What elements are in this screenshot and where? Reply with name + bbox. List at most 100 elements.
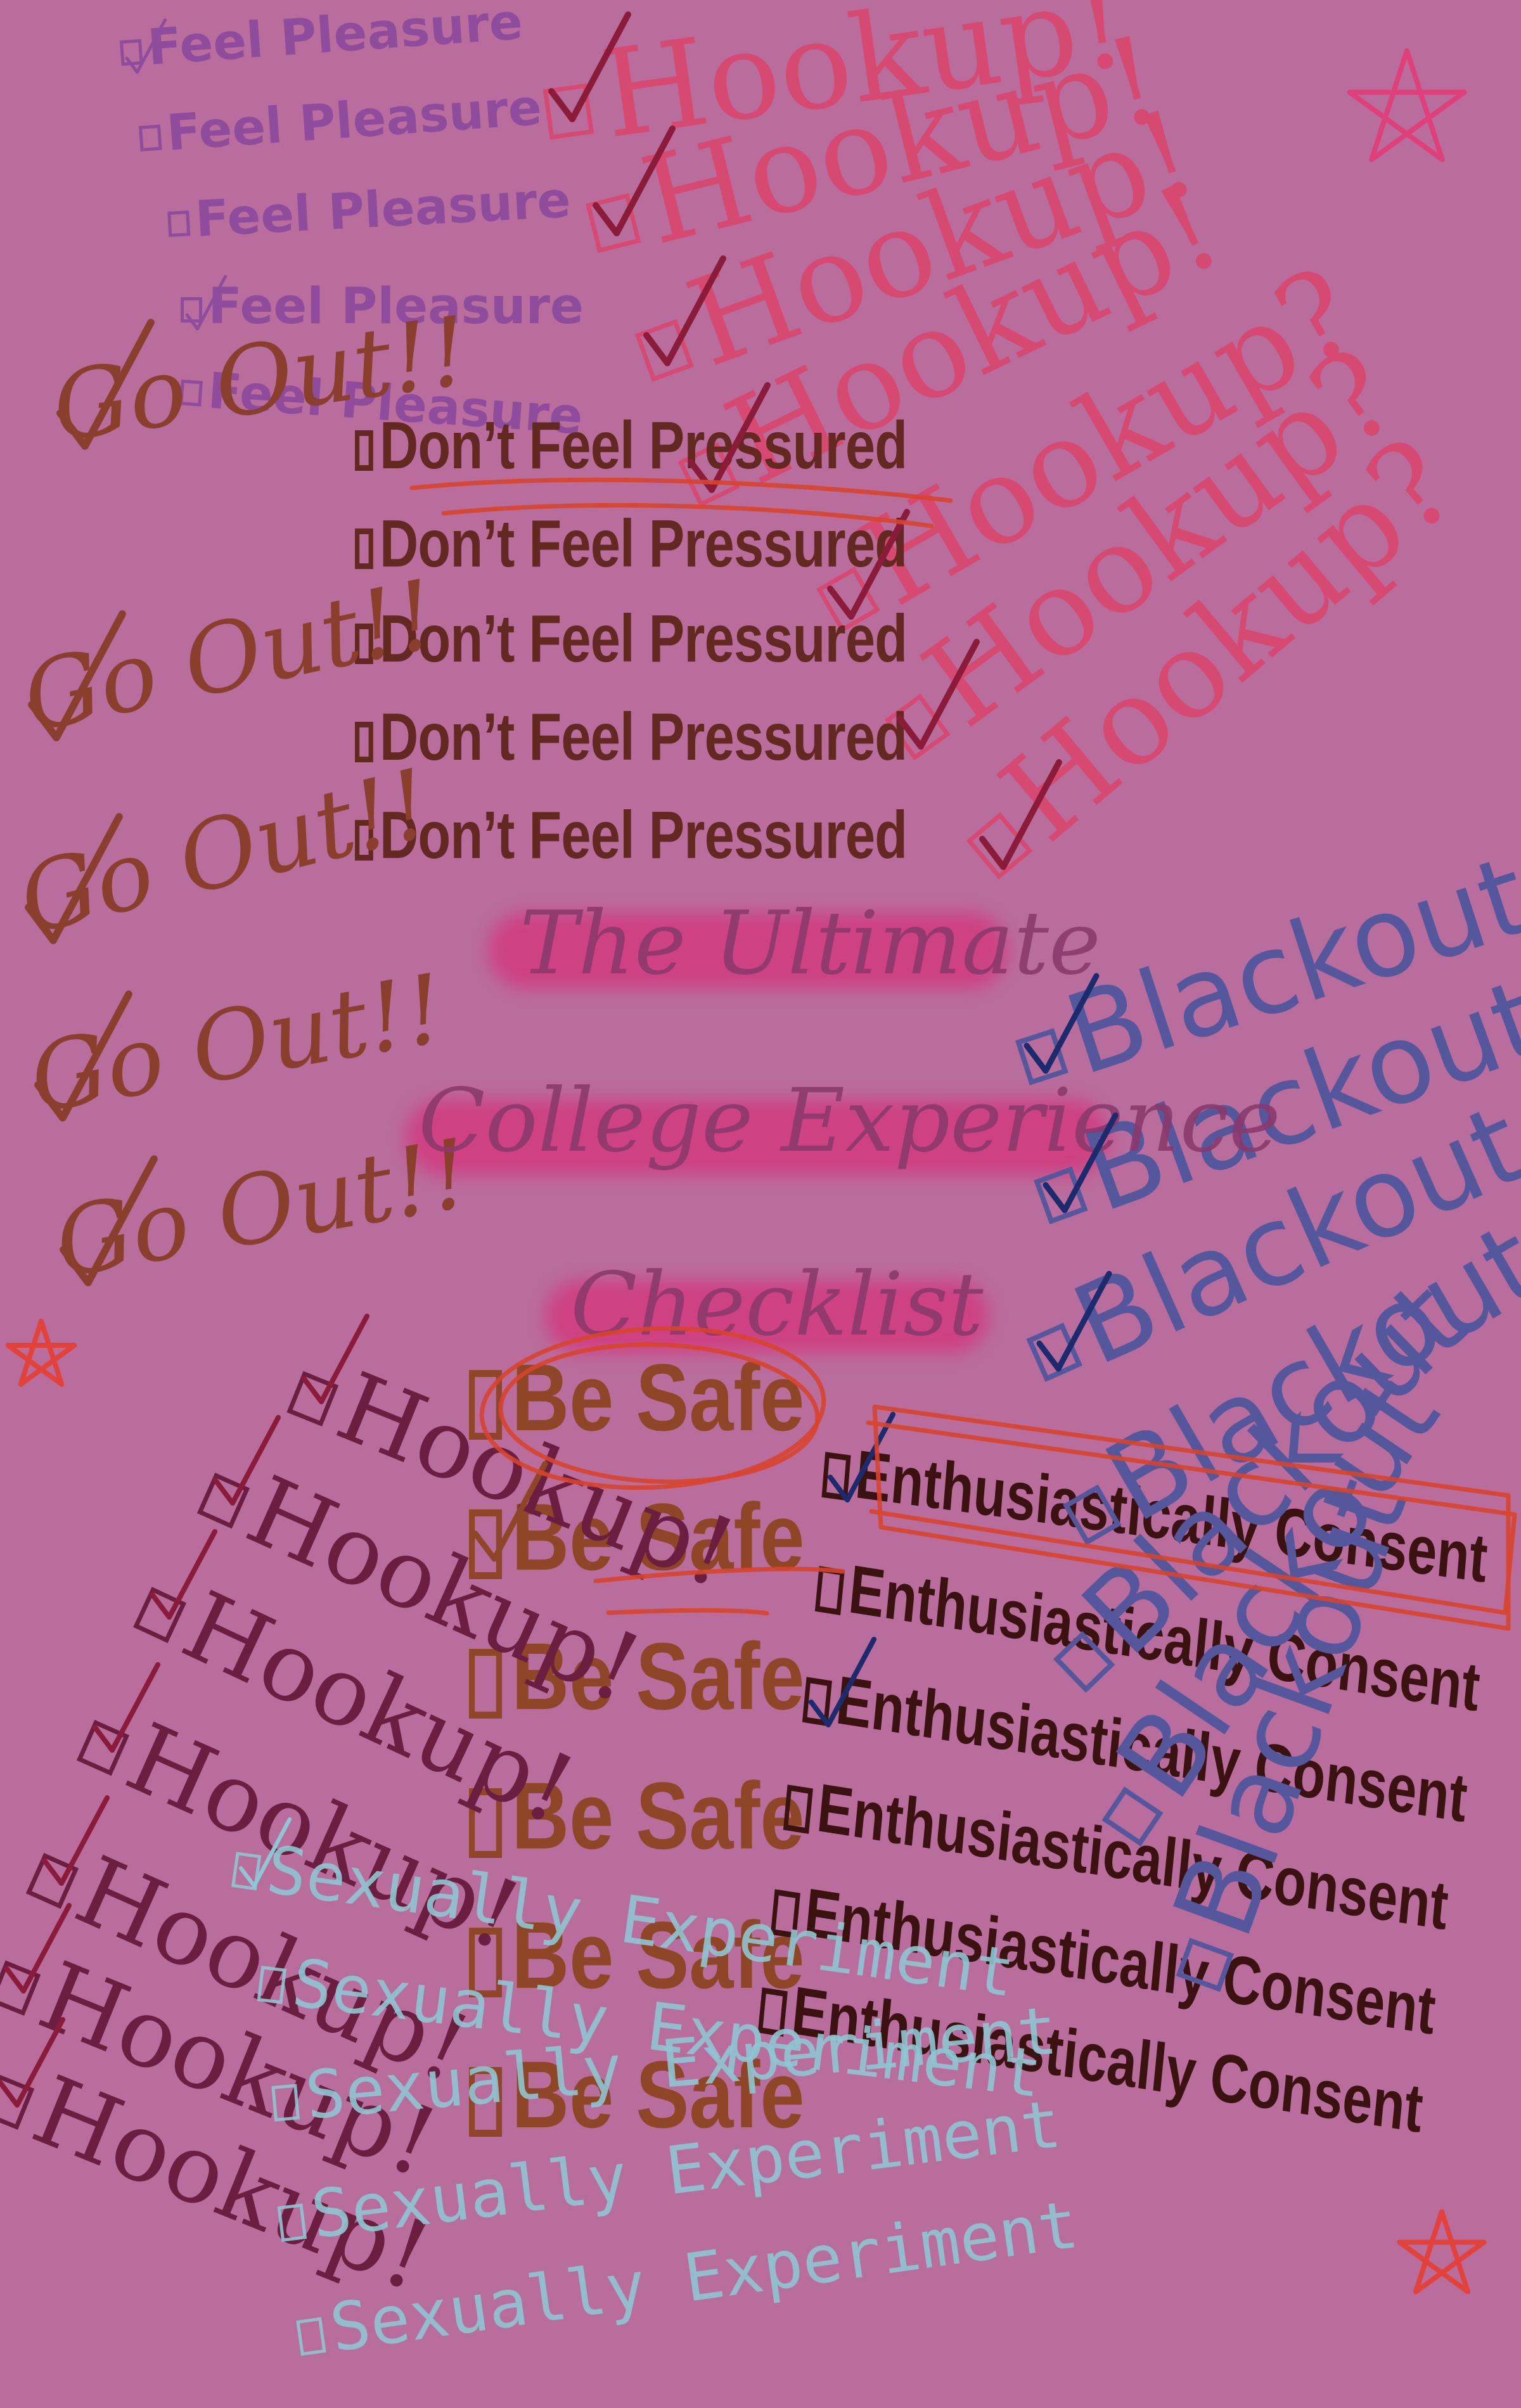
check-mark — [0, 2016, 66, 2108]
checklist-item-feel-pleasure: Feel Pleasure — [167, 172, 572, 248]
check-mark — [185, 275, 227, 331]
checklist-item-enthusiastically-consent: Enthusiastically Consent — [802, 1660, 1471, 1836]
checkbox-checked — [677, 442, 740, 508]
checklist-item-label: Be Safe — [511, 1483, 805, 1590]
checklist-item-feel-pleasure: Feel Pleasure — [138, 79, 544, 162]
checklist-item-don-t-feel-pressured: Don’t Feel Pressured — [355, 703, 908, 771]
checklist-item-label: Hookup? — [839, 240, 1380, 633]
checkbox-unchecked — [355, 820, 373, 861]
checklist-item-label: Hookup! — [323, 1352, 750, 1610]
checklist-item-label: Don’t Feel Pressured — [379, 506, 908, 581]
checklist-item-label: Feel Pleasure — [206, 362, 585, 446]
be-safe-circle — [498, 1342, 820, 1484]
checkbox-unchecked — [1176, 1938, 1235, 1992]
checklist-item-label: Hookup! — [111, 1703, 536, 1973]
checklist-item-label: Feel Pleasure — [165, 79, 544, 162]
check-mark — [149, 1528, 218, 1620]
check-mark — [28, 610, 126, 741]
check-mark — [60, 1155, 158, 1286]
checklist-item-hookup: Hookup! — [0, 1930, 451, 2199]
checklist-item-feel-pleasure: Feel Pleasure — [119, 0, 525, 77]
checkbox-unchecked — [1101, 1786, 1164, 1847]
checklist-item-feel-pleasure: Feel Pleasure — [179, 362, 585, 446]
checklist-item-label: Hookup? — [975, 412, 1482, 868]
check-marks — [0, 11, 1119, 2108]
checkbox-unchecked — [770, 1889, 800, 1939]
checklist-item-blackout: Blackout — [1003, 831, 1521, 1108]
checkbox-checked — [469, 1509, 503, 1580]
checklist-item-hookup: Hookup! — [69, 1689, 536, 1973]
consent-frame — [872, 1404, 1511, 1631]
checklist-item-enthusiastically-consent: Enthusiastically Consent — [783, 1768, 1451, 1944]
checklist-item-label: Hookup! — [671, 82, 1214, 394]
checkbox-checked — [231, 1851, 262, 1890]
checkbox-unchecked — [469, 2067, 503, 2137]
checklist-item-be-safe: Be Safe — [469, 1489, 804, 1584]
checklist-item-blackout: Blackout — [1070, 1355, 1464, 1860]
checklist-item-label: Hookup! — [231, 1456, 657, 1726]
checkbox-unchecked — [757, 1987, 788, 2037]
checkbox-checked — [0, 2074, 35, 2130]
checklist-item-hookup: Hookup! — [189, 1442, 656, 1726]
checkbox-checked — [816, 567, 880, 633]
checklist-item-label: Enthusiastically Consent — [845, 1550, 1484, 1726]
checklist-item-go-out: Go Out!! — [48, 1118, 477, 1300]
checklist-item-label: Be Safe — [511, 1902, 805, 2008]
consent-frame — [866, 1420, 1517, 1615]
checklist-item-label: Enthusiastically Consent — [833, 1661, 1471, 1836]
red-marker-annotations — [409, 477, 1517, 1631]
checklist-item-label: Hookup! — [629, 9, 1174, 272]
check-mark — [808, 1636, 877, 1728]
checklist-item-label: Blackout — [1051, 831, 1521, 1101]
be-safe-circle — [479, 1326, 826, 1490]
checkbox-checked — [821, 1452, 851, 1501]
checklist-item-go-out: Go Out!! — [14, 560, 445, 754]
checkbox-checked — [542, 83, 594, 140]
highlight-layer — [0, 0, 1521, 2408]
checkbox-checked — [884, 693, 951, 761]
checkbox-checked — [1034, 1166, 1088, 1225]
title-highlight-1 — [488, 913, 1008, 989]
checkbox-unchecked — [469, 1928, 503, 1998]
marker-layer — [0, 11, 1517, 2295]
checklist-item-hookup: Hookup? — [937, 412, 1481, 899]
checklist-item-label: Don’t Feel Pressured — [379, 798, 908, 873]
star-doodle — [1347, 48, 1467, 162]
check-mark — [472, 1461, 548, 1562]
checklist-item-label: Enthusiastically Consent — [788, 1971, 1427, 2147]
checkbox-unchecked — [783, 1784, 813, 1835]
checklist-item-feel-pleasure: Feel Pleasure — [181, 282, 584, 331]
poster-title-line: The Ultimate — [520, 892, 1101, 994]
checkbox-unchecked — [179, 379, 203, 406]
check-mark — [41, 1795, 110, 1886]
check-mark — [688, 382, 771, 493]
checklist-item-label: Blackout — [1067, 954, 1521, 1238]
checkbox-checked — [181, 297, 202, 323]
stars — [5, 48, 1487, 2295]
checkbox-checked — [25, 1853, 79, 1909]
checklist-item-label: Sexually Experiment — [262, 1830, 1020, 2013]
checklist-item-sexually-experiment: Sexually Experiment — [230, 1831, 1020, 2012]
checklist-item-label: Sexually Experiment — [288, 1944, 1046, 2113]
check-mark — [56, 319, 155, 450]
checklist-item-label: Hookup! — [593, 0, 1134, 166]
checkbox-checked — [1015, 1028, 1069, 1086]
poster: Feel Pleasure Feel Pleasure Feel Pleasure F… — [0, 0, 1521, 2408]
check-mark — [25, 813, 123, 944]
checklist-item-label: Feel Pleasure — [193, 171, 572, 248]
checklist-item-label: Enthusiastically Consent — [852, 1435, 1491, 1597]
checkbox-unchecked — [469, 1788, 503, 1859]
checklist-item-label: Go Out!! — [8, 748, 440, 957]
checklist-item-don-t-feel-pressured: Don’t Feel Pressured — [355, 510, 908, 577]
checklist-item-label: Hookup! — [167, 1571, 591, 1847]
checklist-item-label: Hookup! — [706, 155, 1241, 513]
checklist-item-label: Go Out!! — [47, 1118, 478, 1300]
check-mark — [1043, 1112, 1119, 1214]
check-mark — [1024, 973, 1100, 1074]
checklist-item-label: Go Out!! — [46, 296, 475, 464]
checkbox-checked — [196, 1473, 250, 1529]
be-safe-underline — [593, 1566, 845, 1584]
checklist-item-hookup: Hookup? — [858, 322, 1421, 781]
checklist-item-go-out: Go Out!! — [22, 954, 452, 1135]
dont-feel-pressured-underline — [441, 503, 934, 528]
